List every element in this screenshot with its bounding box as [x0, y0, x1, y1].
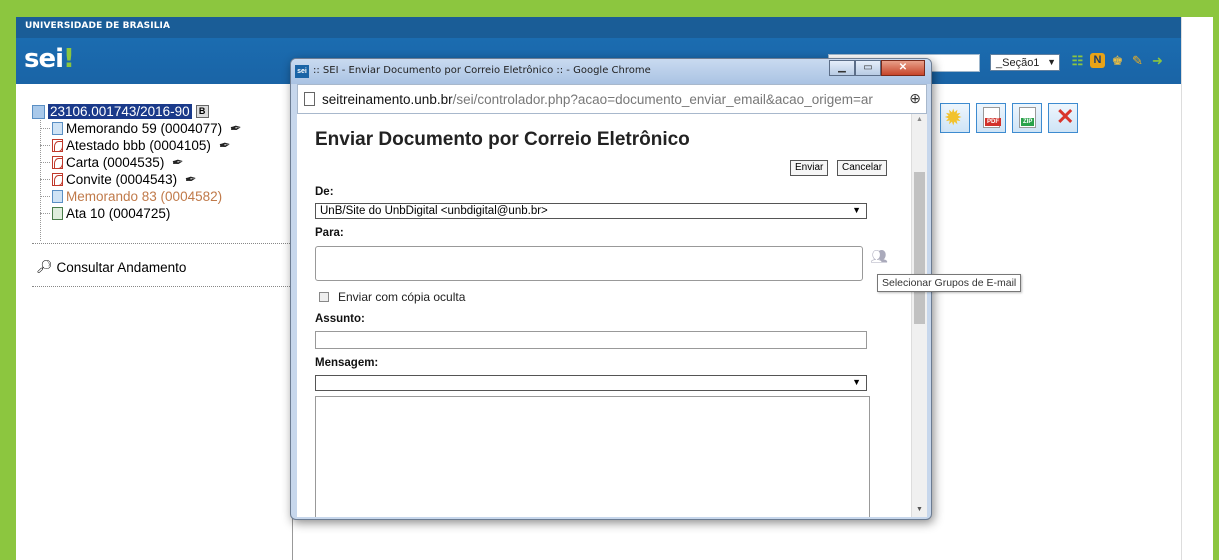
- cancel-document-button[interactable]: ✕: [1048, 103, 1078, 133]
- sei-logo[interactable]: sei!: [24, 44, 75, 74]
- exit-icon[interactable]: ➜: [1150, 52, 1165, 69]
- logo-accent: !: [63, 44, 75, 74]
- pdf-icon: [52, 156, 63, 169]
- chevron-down-icon: ▼: [1047, 57, 1056, 67]
- popup-scrollbar[interactable]: ▲ ▼: [911, 114, 927, 517]
- top-bar: UNIVERSIDADE DE BRASILIA: [16, 17, 1181, 38]
- process-badge[interactable]: B: [195, 105, 209, 118]
- consultar-andamento-link[interactable]: 🔍︎ Consultar Andamento: [36, 259, 186, 275]
- tree-item-document[interactable]: Memorando 59 (0004077) ✒: [32, 119, 292, 137]
- process-number[interactable]: 23106.001743/2016-90: [48, 104, 192, 119]
- url-path: /sei/controlador.php?acao=documento_envi…: [452, 92, 873, 107]
- bcc-option[interactable]: Enviar com cópia oculta: [319, 290, 465, 304]
- document-toolbar: ✹ PDF ZIP ✕: [940, 103, 1078, 133]
- cancel-button[interactable]: Cancelar: [837, 160, 888, 176]
- signature-pen-icon: ✒: [217, 136, 232, 154]
- unit-select[interactable]: _Seção1 ▼: [990, 54, 1060, 71]
- zip-tag: ZIP: [1021, 118, 1035, 126]
- document-label[interactable]: Convite (0004543): [66, 172, 177, 187]
- form-title: Enviar Documento por Correio Eletrônico: [315, 129, 690, 150]
- scroll-up-icon[interactable]: ▲: [916, 116, 923, 123]
- tree-item-document[interactable]: Memorando 83 (0004582): [32, 188, 292, 205]
- from-select[interactable]: UnB/Site do UnbDigital <unbdigital@unb.b…: [315, 203, 867, 219]
- scroll-down-icon[interactable]: ▼: [916, 506, 923, 513]
- message-textarea[interactable]: [315, 396, 870, 517]
- message-label: Mensagem:: [315, 357, 379, 369]
- consultar-andamento-label[interactable]: Consultar Andamento: [57, 260, 187, 275]
- bcc-checkbox[interactable]: [319, 292, 329, 302]
- signature-pen-icon: ✒: [183, 170, 198, 188]
- send-button[interactable]: Enviar: [790, 160, 829, 176]
- bcc-label: Enviar com cópia oculta: [338, 290, 466, 304]
- tree-item-document[interactable]: Ata 10 (0004725): [32, 205, 292, 222]
- process-node[interactable]: 23106.001743/2016-90 B: [32, 103, 292, 120]
- sei-favicon-icon: sei: [295, 65, 309, 78]
- email-form: Enviar Documento por Correio Eletrônico …: [297, 114, 927, 517]
- signature-pen-icon: ✒: [228, 119, 243, 137]
- folder-icon: [32, 104, 45, 119]
- notes-icon[interactable]: N: [1090, 53, 1105, 68]
- pdf-icon: [52, 139, 63, 152]
- tree-item-document[interactable]: Convite (0004543) ✒: [32, 170, 292, 188]
- document-label[interactable]: Memorando 59 (0004077): [66, 121, 222, 136]
- chevron-down-icon: ▼: [852, 377, 861, 387]
- generate-pdf-button[interactable]: PDF: [976, 103, 1006, 133]
- divider: [32, 243, 294, 244]
- window-title: :: SEI - Enviar Documento por Correio El…: [313, 65, 651, 76]
- org-name: UNIVERSIDADE DE BRASILIA: [25, 21, 171, 31]
- scroll-thumb[interactable]: [914, 172, 925, 324]
- page-scrollbar[interactable]: [1181, 17, 1213, 560]
- document-icon: [52, 122, 63, 135]
- close-window-button[interactable]: ✕: [881, 60, 925, 76]
- url-host: seitreinamento.unb.br: [322, 92, 453, 107]
- process-tree: 23106.001743/2016-90 B Memorando 59 (000…: [32, 103, 292, 241]
- from-select-value: UnB/Site do UnbDigital <unbdigital@unb.b…: [320, 205, 548, 217]
- document-label[interactable]: Carta (0004535): [66, 155, 164, 170]
- signature-pen-icon: ✒: [171, 153, 186, 171]
- pdf-icon: [52, 173, 63, 186]
- user-icon[interactable]: ♚: [1110, 52, 1125, 69]
- document-icon: [52, 190, 63, 203]
- tree-item-document[interactable]: Atestado bbb (0004105) ✒: [32, 136, 292, 154]
- pdf-tag: PDF: [985, 118, 1001, 126]
- to-field[interactable]: [315, 246, 863, 281]
- seal-icon: ✹: [944, 105, 963, 130]
- to-label: Para:: [315, 227, 344, 239]
- subject-field[interactable]: [315, 331, 867, 349]
- zoom-icon[interactable]: ⊕: [909, 90, 921, 107]
- window-titlebar[interactable]: sei :: SEI - Enviar Documento por Correi…: [291, 59, 931, 84]
- ata-icon: [52, 207, 63, 220]
- document-label[interactable]: Ata 10 (0004725): [66, 206, 170, 221]
- url-text[interactable]: seitreinamento.unb.br/sei/controlador.ph…: [322, 92, 894, 107]
- close-icon: ✕: [1056, 104, 1075, 129]
- list-icon[interactable]: ☷: [1070, 52, 1085, 69]
- chevron-down-icon: ▼: [852, 205, 861, 215]
- unit-select-value: _Seção1: [996, 57, 1040, 69]
- maximize-button[interactable]: ▭: [855, 60, 881, 76]
- tools-icon[interactable]: ✎: [1130, 52, 1145, 69]
- header-icons: ☷ N ♚ ✎ ➜: [1070, 52, 1165, 69]
- email-popup-window: sei :: SEI - Enviar Documento por Correi…: [290, 58, 932, 520]
- page-icon: [304, 92, 315, 106]
- email-groups-tooltip: Selecionar Grupos de E-mail: [877, 274, 1022, 292]
- subject-label: Assunto:: [315, 313, 365, 325]
- minimize-button[interactable]: ▁: [829, 60, 855, 76]
- from-label: De:: [315, 186, 334, 198]
- document-label[interactable]: Memorando 83 (0004582): [66, 189, 222, 204]
- address-bar[interactable]: seitreinamento.unb.br/sei/controlador.ph…: [297, 84, 927, 114]
- window-controls: ▁ ▭ ✕: [829, 60, 925, 76]
- sign-document-button[interactable]: ✹: [940, 103, 970, 133]
- document-label[interactable]: Atestado bbb (0004105): [66, 138, 211, 153]
- generate-zip-button[interactable]: ZIP: [1012, 103, 1042, 133]
- logo-text: sei: [24, 44, 64, 74]
- message-template-select[interactable]: ▼: [315, 375, 867, 391]
- magnifier-icon: 🔍︎: [36, 259, 53, 274]
- email-groups-icon[interactable]: 👥︎: [870, 248, 888, 265]
- tree-item-document[interactable]: Carta (0004535) ✒: [32, 153, 292, 171]
- divider: [32, 286, 294, 287]
